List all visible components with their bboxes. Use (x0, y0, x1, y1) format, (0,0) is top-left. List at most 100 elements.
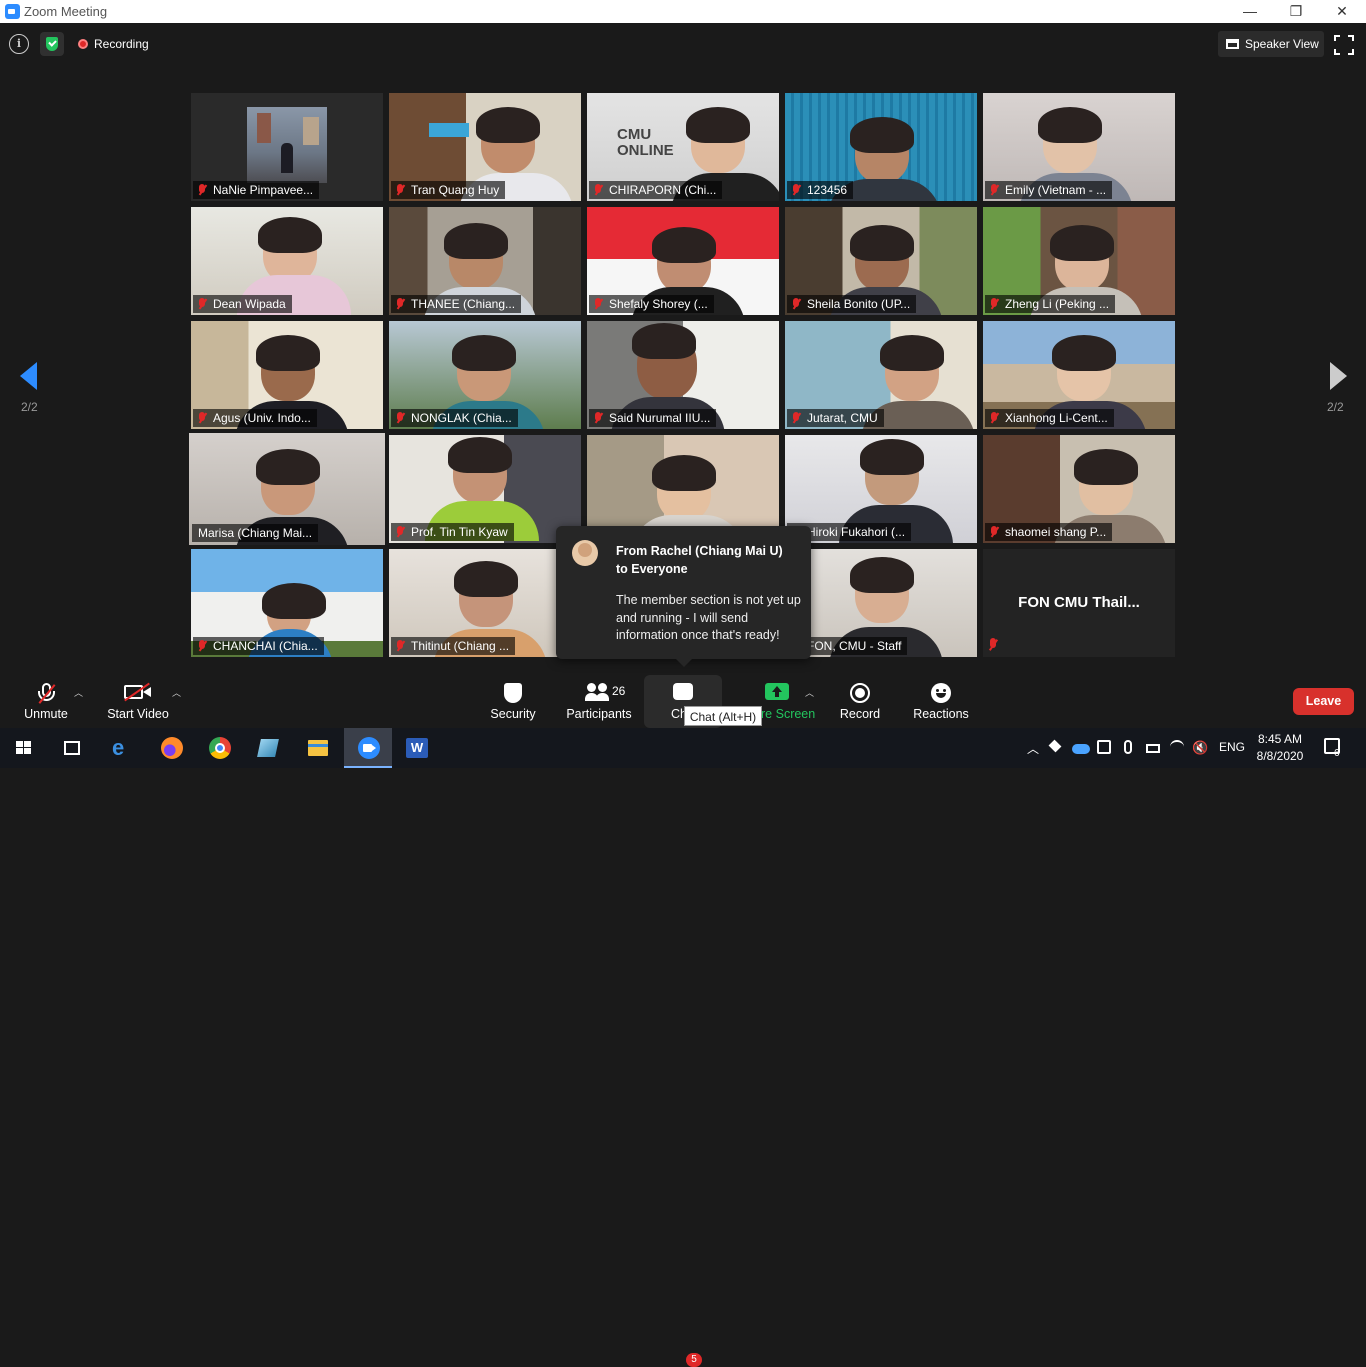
participant-tile[interactable]: Dean Wipada (191, 207, 383, 315)
chrome-icon[interactable] (196, 728, 244, 768)
participant-tile[interactable]: FON, CMU - Staff (785, 549, 977, 657)
volume-muted-icon[interactable]: 🔇 (1192, 740, 1208, 756)
system-clock[interactable]: 8:45 AM 8/8/2020 (1250, 731, 1310, 765)
reactions-button[interactable]: Reactions (906, 675, 976, 728)
zoom-taskbar-icon[interactable] (344, 728, 392, 768)
leave-button[interactable]: Leave (1293, 688, 1354, 715)
muted-mic-icon (990, 184, 998, 196)
participant-name: CHIRAPORN (Chi... (589, 181, 723, 199)
meeting-top-bar: i Recording Speaker View (0, 23, 1366, 65)
participant-tile[interactable]: Sheila Bonito (UP... (785, 207, 977, 315)
participant-name: Thitinut (Chiang ... (391, 637, 516, 655)
audio-options-caret-icon[interactable]: ︿ (74, 686, 83, 699)
tray-app-icon[interactable] (1097, 740, 1111, 754)
participant-name: Tran Quang Huy (391, 181, 506, 199)
participant-tile[interactable]: CMU ONLINE CHIRAPORN (Chi... (587, 93, 779, 201)
dropbox-icon[interactable] (1048, 739, 1064, 754)
meeting-info-icon[interactable]: i (9, 34, 29, 54)
participant-tile[interactable]: Prof. Tin Tin Kyaw (389, 435, 581, 543)
speaker-view-button[interactable]: Speaker View (1218, 31, 1324, 57)
video-options-caret-icon[interactable]: ︿ (172, 686, 181, 699)
participant-tile-active-speaker[interactable]: Marisa (Chiang Mai... (189, 433, 385, 545)
microphone-tray-icon[interactable] (1124, 740, 1132, 754)
share-screen-icon (765, 683, 789, 700)
participant-tile[interactable]: NONGLAK (Chia... (389, 321, 581, 429)
encryption-shield-icon[interactable] (40, 32, 64, 56)
participant-name: Agus (Univ. Indo... (193, 409, 317, 427)
chat-notification-message: The member section is not yet up and run… (616, 593, 801, 642)
app-icon[interactable] (244, 728, 292, 768)
muted-mic-icon (396, 412, 404, 424)
record-button[interactable]: Record (834, 675, 886, 728)
participant-tile[interactable]: Jutarat, CMU (785, 321, 977, 429)
participant-tile[interactable]: Shefaly Shorey (... (587, 207, 779, 315)
recording-indicator[interactable]: Recording (72, 34, 155, 54)
start-video-button[interactable]: Start Video (100, 675, 176, 728)
participant-tile[interactable]: Tran Quang Huy (389, 93, 581, 201)
participant-tile[interactable]: Emily (Vietnam - ... (983, 93, 1175, 201)
muted-mic-icon (198, 184, 206, 196)
muted-mic-icon (396, 640, 404, 652)
participant-name: Jutarat, CMU (787, 409, 884, 427)
window-title: Zoom Meeting (24, 4, 108, 19)
muted-mic-icon (594, 184, 602, 196)
participant-tile[interactable]: THANEE (Chiang... (389, 207, 581, 315)
participant-tile[interactable]: Xianhong Li-Cent... (983, 321, 1175, 429)
unmute-button[interactable]: Unmute (10, 675, 82, 728)
muted-mic-icon (792, 298, 800, 310)
participant-tile[interactable]: shaomei shang P... (983, 435, 1175, 543)
participant-name: Xianhong Li-Cent... (985, 409, 1114, 427)
muted-mic-icon (594, 298, 602, 310)
chat-notification-header: From Rachel (Chiang Mai U) to Everyone (616, 544, 783, 576)
participant-tile[interactable]: Zheng Li (Peking ... (983, 207, 1175, 315)
security-button[interactable]: Security (482, 675, 544, 728)
word-icon[interactable]: W (393, 728, 441, 768)
participant-name: FON CMU Thail... (1018, 594, 1140, 611)
edge-browser-icon[interactable]: e (98, 728, 146, 768)
input-language[interactable]: ENG (1219, 740, 1245, 754)
show-hidden-icons-icon[interactable]: ︿ (1027, 740, 1039, 757)
muted-mic-icon (990, 412, 998, 424)
chat-tooltip: Chat (Alt+H) (684, 706, 762, 726)
participant-tile[interactable]: Said Nurumal IIU... (587, 321, 779, 429)
participant-tile[interactable]: Agus (Univ. Indo... (191, 321, 383, 429)
participants-icon (585, 683, 611, 701)
fullscreen-icon[interactable] (1334, 35, 1354, 55)
muted-mic-icon (396, 184, 404, 196)
share-options-caret-icon[interactable]: ︿ (805, 686, 814, 699)
firefox-icon[interactable] (148, 728, 196, 768)
windows-start-icon[interactable] (0, 728, 48, 768)
participant-tile-video-off[interactable]: FON CMU Thail... (983, 549, 1175, 657)
zoom-logo-icon (5, 4, 20, 19)
task-view-icon[interactable] (48, 728, 96, 768)
close-window-button[interactable]: ✕ (1319, 0, 1365, 23)
wifi-icon[interactable] (1170, 740, 1184, 754)
participant-name: Prof. Tin Tin Kyaw (391, 523, 514, 541)
file-explorer-icon[interactable] (294, 728, 342, 768)
participant-name: 123456 (787, 181, 854, 199)
page-indicator-left: 2/2 (21, 400, 38, 414)
participant-name: NONGLAK (Chia... (391, 409, 518, 427)
maximize-button[interactable]: ❐ (1273, 0, 1319, 23)
participants-button[interactable]: 26 Participants (564, 675, 634, 728)
muted-mic-icon (792, 184, 800, 196)
battery-icon[interactable] (1146, 744, 1160, 753)
speaker-view-icon (1226, 39, 1239, 49)
participant-tile[interactable]: CHANCHAI (Chia... (191, 549, 383, 657)
participant-tile[interactable]: NaNie Pimpavee... (191, 93, 383, 201)
muted-mic-icon (396, 298, 404, 310)
next-page-arrow-icon[interactable] (1328, 359, 1358, 390)
participant-name: CHANCHAI (Chia... (193, 637, 324, 655)
previous-page-arrow-icon[interactable] (18, 359, 48, 390)
participant-tile[interactable]: Hiroki Fukahori (... (785, 435, 977, 543)
gallery-view: 2/2 2/2 NaNie Pimpavee... Tran Quang Huy… (0, 65, 1366, 675)
participant-tile[interactable]: 123456 (785, 93, 977, 201)
muted-mic-icon (36, 683, 56, 705)
chat-notification[interactable]: From Rachel (Chiang Mai U) to Everyone Th… (556, 526, 811, 667)
muted-mic-icon (990, 298, 998, 310)
minimize-button[interactable]: — (1227, 0, 1273, 23)
participant-tile[interactable]: Thitinut (Chiang ... (389, 549, 581, 657)
onedrive-icon[interactable] (1072, 744, 1090, 754)
chat-unread-badge: 5 (686, 1353, 702, 1367)
participant-name: THANEE (Chiang... (391, 295, 522, 313)
